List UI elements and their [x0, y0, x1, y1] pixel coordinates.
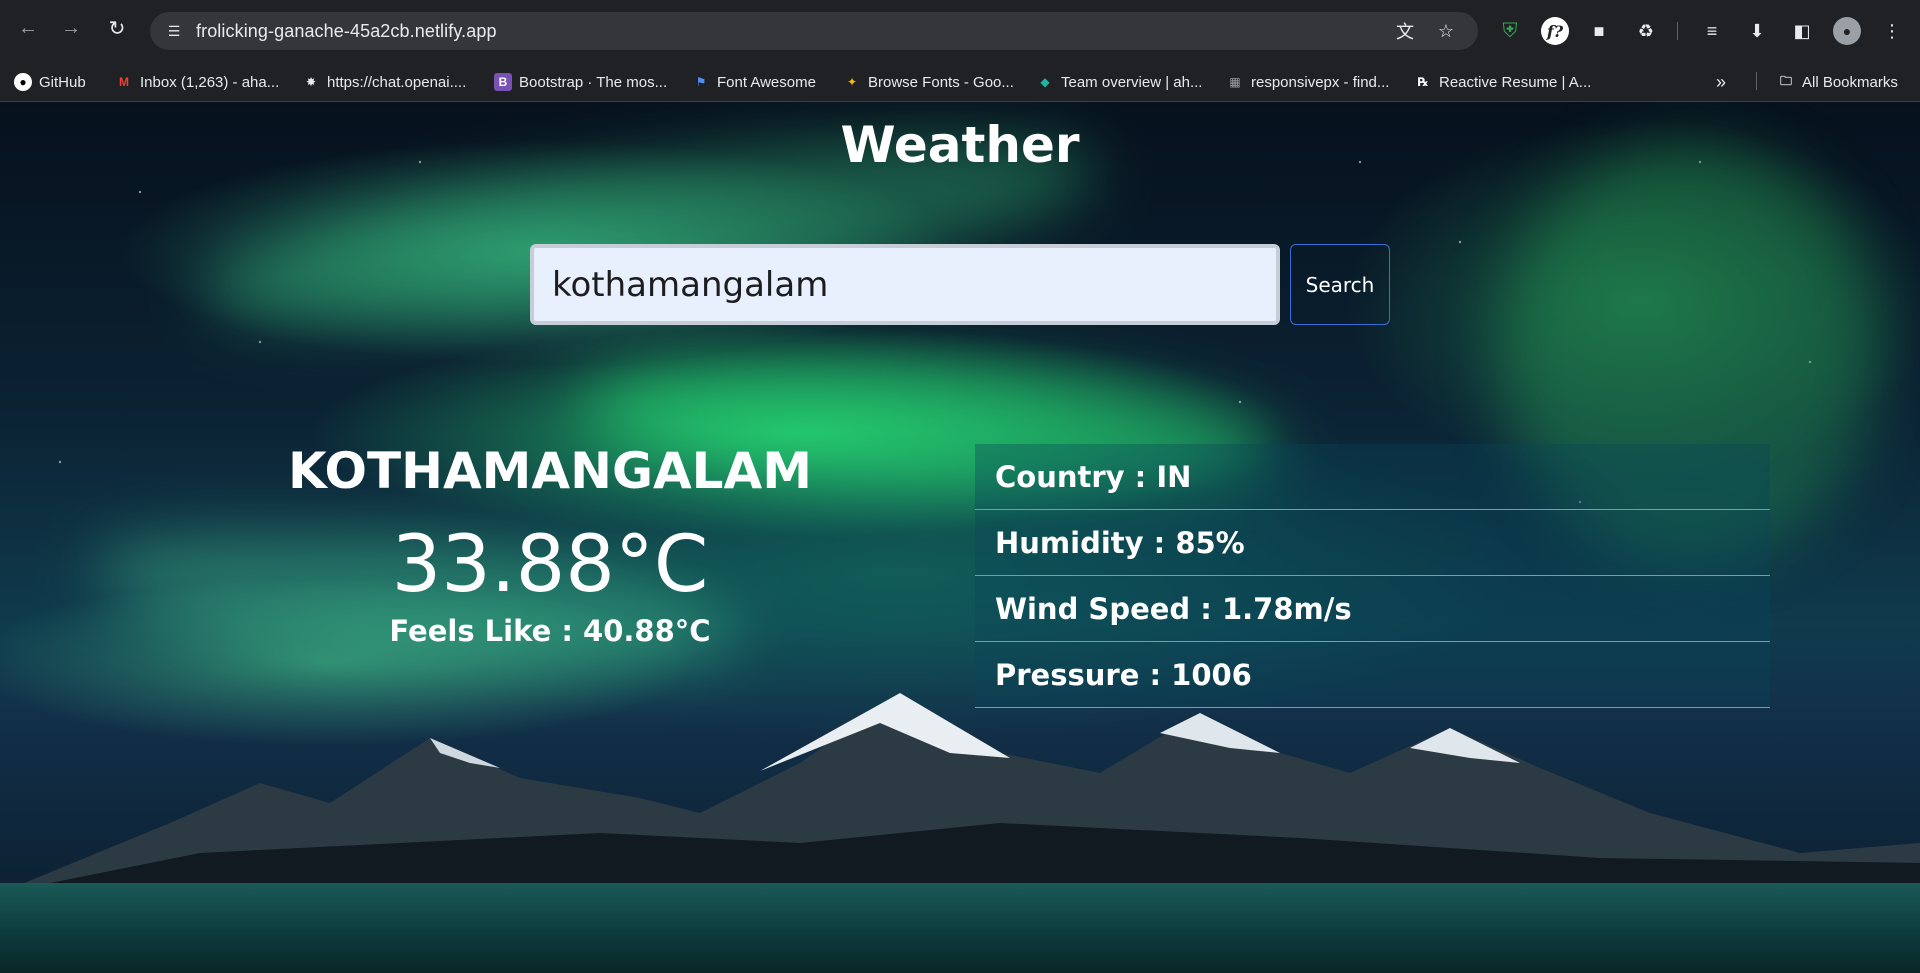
current-temperature: 33.88°C — [391, 520, 709, 610]
side-panel-icon[interactable]: ◧ — [1788, 17, 1816, 45]
font-extension-icon[interactable]: f? — [1541, 17, 1569, 45]
google-fonts-icon: ✦ — [846, 75, 858, 89]
bookmark-openai[interactable]: ✸ https://chat.openai.... — [302, 71, 466, 93]
pressure-row: Pressure : 1006 — [975, 642, 1770, 708]
lake-water — [0, 883, 1920, 973]
profile-avatar-icon[interactable]: ● — [1833, 17, 1861, 45]
bookmark-bootstrap[interactable]: B Bootstrap · The mos... — [494, 71, 667, 93]
country-row: Country : IN — [975, 444, 1770, 510]
bookmark-team-overview[interactable]: ◆ Team overview | ah... — [1036, 71, 1202, 93]
bookmark-label: Bootstrap · The mos... — [519, 73, 668, 91]
search-button[interactable]: Search — [1290, 244, 1390, 325]
rx-icon: ℞ — [1417, 75, 1429, 89]
feels-like-temperature: Feels Like : 40.88°C — [389, 614, 711, 648]
media-queue-icon[interactable]: ≡ — [1698, 17, 1726, 45]
bookmark-responsivepx[interactable]: ▦ responsivepx - find... — [1226, 71, 1389, 93]
diamond-icon: ◆ — [1040, 75, 1050, 89]
bookmark-label: Browse Fonts - Goo... — [868, 73, 1014, 91]
folder-icon: 🗀 — [1779, 73, 1792, 88]
shield-extension-icon[interactable]: ⛨ — [1496, 17, 1524, 45]
page-title: Weather — [840, 116, 1080, 174]
extension-badge-icon[interactable]: ■ — [1585, 17, 1613, 45]
more-bookmarks-chevron-icon[interactable]: » — [1716, 71, 1726, 93]
back-icon[interactable]: ← — [14, 14, 42, 42]
reload-icon[interactable]: ↻ — [103, 14, 131, 42]
responsivepx-icon: ▦ — [1229, 75, 1241, 89]
bookmark-label: Inbox (1,263) - aha... — [140, 73, 280, 91]
all-bookmarks-folder[interactable]: 🗀 All Bookmarks — [1777, 71, 1898, 93]
download-icon[interactable]: ⬇ — [1743, 17, 1771, 45]
bookmark-label: Font Awesome — [717, 73, 816, 91]
url-text[interactable]: frolicking-ganache-45a2cb.netlify.app — [196, 21, 497, 42]
bookmark-label: Reactive Resume | A... — [1439, 73, 1592, 91]
address-bar[interactable]: ☰ frolicking-ganache-45a2cb.netlify.app … — [150, 12, 1478, 50]
bookmark-github[interactable]: ● GitHub — [14, 71, 86, 93]
bootstrap-icon: B — [494, 73, 512, 91]
menu-kebab-icon[interactable]: ⋮ — [1878, 17, 1906, 45]
bookmark-label: https://chat.openai.... — [327, 73, 467, 91]
humidity-row: Humidity : 85% — [975, 510, 1770, 576]
toolbar-divider — [1677, 22, 1678, 40]
bookmark-reactive-resume[interactable]: ℞ Reactive Resume | A... — [1414, 71, 1592, 93]
forward-icon[interactable]: → — [57, 14, 85, 42]
weather-page: Weather kothamangalam Search KOTHAMANGAL… — [0, 102, 1920, 973]
openai-icon: ✸ — [305, 75, 317, 89]
bookmark-google-fonts[interactable]: ✦ Browse Fonts - Goo... — [843, 71, 1014, 93]
wind-speed-row: Wind Speed : 1.78m/s — [975, 576, 1770, 642]
weather-details-table: Country : IN Humidity : 85% Wind Speed :… — [975, 444, 1770, 708]
city-name: KOTHAMANGALAM — [288, 442, 812, 500]
all-bookmarks-label: All Bookmarks — [1802, 73, 1898, 91]
bookmark-label: Team overview | ah... — [1061, 73, 1203, 91]
translate-icon[interactable]: 文 — [1394, 20, 1416, 42]
city-search-input[interactable]: kothamangalam — [530, 244, 1280, 325]
bookmark-label: GitHub — [39, 73, 86, 91]
bookmark-star-icon[interactable]: ☆ — [1435, 20, 1457, 42]
gmail-icon: M — [119, 75, 129, 89]
browser-toolbar: ← → ↻ ☰ frolicking-ganache-45a2cb.netlif… — [0, 0, 1920, 62]
extensions-puzzle-icon[interactable]: ♻ — [1632, 17, 1660, 45]
bookmark-gmail[interactable]: M Inbox (1,263) - aha... — [115, 71, 279, 93]
bookmark-label: responsivepx - find... — [1251, 73, 1390, 91]
bookmarks-divider — [1756, 72, 1757, 90]
mountain-range-image — [0, 693, 1920, 893]
bookmark-font-awesome[interactable]: ⚑ Font Awesome — [692, 71, 816, 93]
github-icon: ● — [14, 73, 32, 91]
flag-icon: ⚑ — [695, 75, 707, 89]
site-info-icon[interactable]: ☰ — [164, 21, 184, 41]
bookmarks-bar: ● GitHub M Inbox (1,263) - aha... ✸ http… — [0, 62, 1920, 102]
